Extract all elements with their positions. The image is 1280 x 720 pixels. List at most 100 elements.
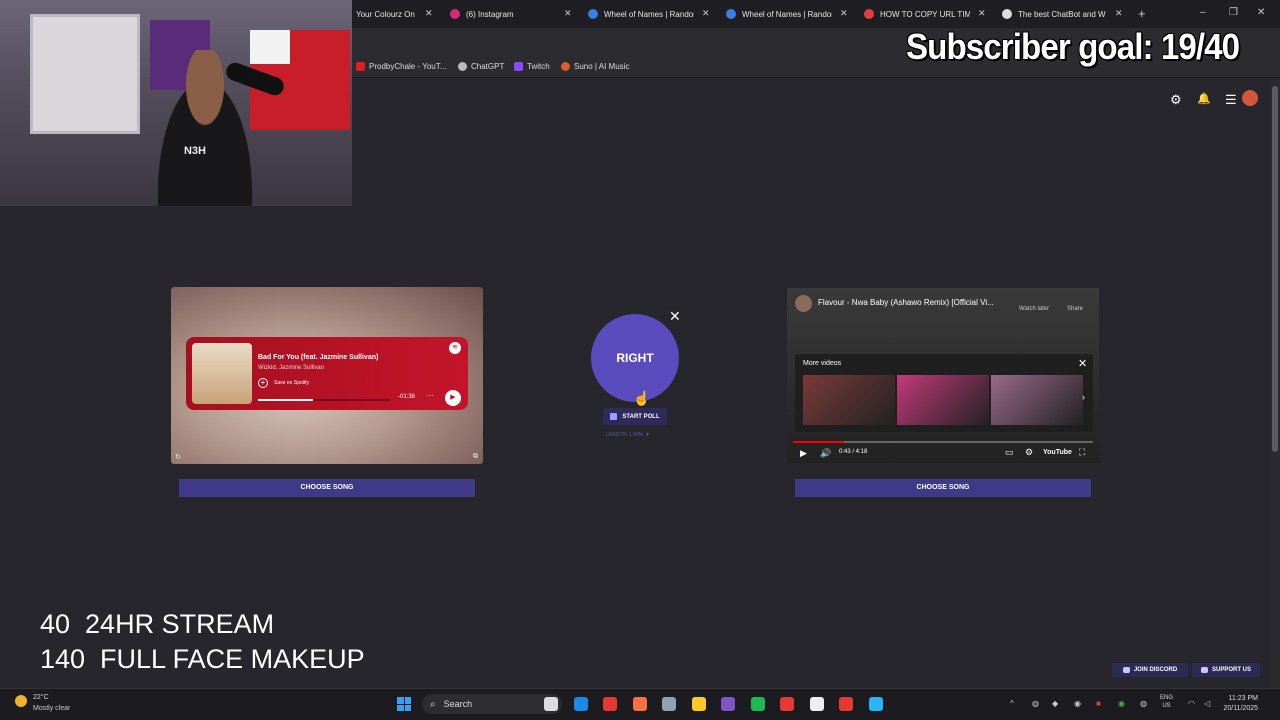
plus-icon: + [258, 378, 268, 388]
time-remaining: -01:36 [398, 394, 416, 400]
captions-icon[interactable]: ▭ [1005, 447, 1014, 458]
volume-icon[interactable]: 🔊 [820, 448, 831, 459]
tray-app-icon[interactable]: ■ [1096, 699, 1101, 708]
taskbar-app-icon[interactable] [868, 697, 883, 711]
tray-chevron-icon[interactable]: ^ [1010, 699, 1014, 708]
subscriber-goal: Subscriber goal: 19/40 [906, 26, 1240, 67]
bookmark-item[interactable]: ProdbyChale - YouT... [356, 62, 446, 71]
notification-bell-icon[interactable]: 🔔 [1197, 92, 1211, 105]
track-progress-fill [258, 399, 314, 401]
video-thumbnail[interactable] [803, 375, 895, 425]
taskbar-search[interactable]: ⌕ Search [422, 694, 562, 714]
minimize-button[interactable]: – [1200, 7, 1206, 18]
maximize-button[interactable]: ❐ [1229, 7, 1238, 18]
watch-later-button[interactable]: Watch later [1019, 306, 1049, 312]
channel-avatar[interactable] [795, 295, 812, 312]
taskbar-app-icon[interactable] [632, 697, 647, 711]
close-icon[interactable]: ✕ [669, 308, 681, 325]
start-poll-button[interactable]: START POLL [603, 408, 667, 425]
youtube-icon [356, 62, 365, 71]
taskbar-app-icon[interactable] [780, 697, 794, 711]
share-button[interactable]: Share [1067, 306, 1083, 312]
webcam-window [30, 14, 140, 134]
windows-start-icon[interactable] [397, 697, 411, 711]
scrollbar-thumb[interactable] [1272, 86, 1278, 452]
menu-icon[interactable]: ☰ [1225, 92, 1237, 108]
bookmark-item[interactable]: Suno | AI Music [561, 62, 629, 71]
tray-app-icon[interactable]: ◆ [1052, 699, 1058, 708]
chevron-right-icon[interactable]: › [1082, 392, 1085, 402]
settings-icon[interactable]: ⚙ [1025, 447, 1033, 458]
taskbar-app-icon[interactable] [691, 697, 706, 711]
taskbar-app-icon[interactable] [721, 697, 735, 711]
right-vote-button[interactable]: RIGHT [591, 314, 679, 402]
video-thumbnail[interactable] [897, 375, 989, 425]
close-icon[interactable]: ✕ [1078, 357, 1087, 370]
settings-icon[interactable]: ⚙ [1170, 92, 1182, 108]
search-icon: ⌕ [430, 698, 436, 710]
track-progress-bar[interactable] [258, 399, 390, 401]
weather-icon[interactable] [15, 695, 27, 707]
tab-close-icon[interactable]: ✕ [564, 8, 572, 18]
browser-tab[interactable]: Wheel of Names | Random [726, 4, 832, 24]
choose-song-left-button[interactable]: CHOOSE SONG [179, 479, 475, 497]
taskbar-app-icon[interactable] [750, 697, 765, 711]
tray-app-icon[interactable]: ◍ [1032, 699, 1039, 708]
taskbar-app-icon[interactable] [573, 697, 588, 711]
spotify-icon[interactable]: ≋ [449, 342, 461, 354]
support-us-button[interactable]: SUPPORT US [1192, 663, 1260, 677]
taskbar-app-icon[interactable] [603, 697, 617, 711]
wheel-icon [588, 9, 598, 19]
video-progress-bar[interactable] [793, 441, 1093, 443]
track-title[interactable]: Bad For You (feat. Jazmine Sullivan) [258, 354, 378, 361]
avatar[interactable] [1242, 90, 1258, 106]
save-on-spotify-button[interactable]: + Save on Spotify [258, 378, 309, 388]
track-artist[interactable]: Wizkid, Jazmine Sullivan [258, 365, 324, 371]
webcam-shirt-text: N3H [183, 145, 206, 157]
youtube-logo[interactable]: YouTube [1043, 449, 1072, 456]
browser-tab[interactable]: The best ChatBot and W [1002, 4, 1106, 24]
close-window-button[interactable]: ✕ [1257, 7, 1265, 18]
tab-close-icon[interactable]: ✕ [702, 8, 710, 18]
tab-close-icon[interactable]: ✕ [425, 8, 433, 18]
taskbar-app-icon[interactable] [544, 697, 558, 711]
tray-app-icon[interactable]: ◉ [1118, 699, 1125, 708]
taskbar-app-icon[interactable] [662, 697, 676, 711]
taskbar-app-icon[interactable] [809, 697, 824, 711]
play-button[interactable]: ▶ [445, 390, 461, 406]
video-thumbnail[interactable] [991, 375, 1083, 425]
album-art [192, 343, 252, 404]
tab-close-icon[interactable]: ✕ [978, 8, 986, 18]
tab-close-icon[interactable]: ✕ [1115, 8, 1123, 18]
new-tab-button[interactable]: + [1138, 6, 1146, 21]
bookmark-item[interactable]: ChatGPT [458, 62, 504, 71]
browser-tab[interactable]: HOW TO COPY URL TIME [864, 4, 970, 24]
mouse-cursor-icon: ☝ [633, 390, 651, 406]
fullscreen-icon[interactable]: ⛶ [1079, 447, 1085, 458]
expand-icon[interactable]: ⧉ [473, 453, 478, 461]
taskbar-app-icon[interactable] [839, 697, 853, 711]
tab-close-icon[interactable]: ✕ [840, 8, 848, 18]
browser-tab[interactable]: (6) Instagram [450, 4, 550, 24]
bookmark-item[interactable]: Twitch [514, 62, 550, 71]
choose-song-right-button[interactable]: CHOOSE SONG [795, 479, 1091, 497]
tray-app-icon[interactable]: ◉ [1074, 699, 1081, 708]
refresh-icon[interactable]: ↻ [175, 453, 181, 461]
browser-tab[interactable]: Your Colourz On [356, 4, 420, 24]
play-icon[interactable]: ▶ [800, 448, 807, 459]
taskbar-clock[interactable]: 11:23 PM 20/11/2025 [1198, 694, 1258, 714]
join-discord-button[interactable]: JOIN DISCORD [1112, 663, 1188, 677]
more-options-icon[interactable]: ··· [426, 391, 434, 400]
poll-length-select[interactable]: LENGTH: 1 MIN. ▼ [606, 432, 650, 438]
wifi-icon[interactable]: ◠ [1188, 699, 1195, 708]
weather-temperature[interactable]: 22°C [33, 694, 49, 701]
twitch-icon [514, 62, 523, 71]
weather-description[interactable]: Mostly clear [33, 705, 70, 712]
tray-app-icon[interactable]: ◍ [1140, 699, 1147, 708]
instagram-icon [450, 9, 460, 19]
browser-tab[interactable]: Wheel of Names | Random [588, 4, 694, 24]
language-indicator[interactable]: ENG US [1160, 694, 1173, 710]
chatgpt-icon [458, 62, 467, 71]
spotify-embed: Bad For You (feat. Jazmine Sullivan) Wiz… [186, 337, 468, 410]
video-title[interactable]: Flavour - Nwa Baby (Ashawo Remix) [Offic… [818, 298, 994, 307]
